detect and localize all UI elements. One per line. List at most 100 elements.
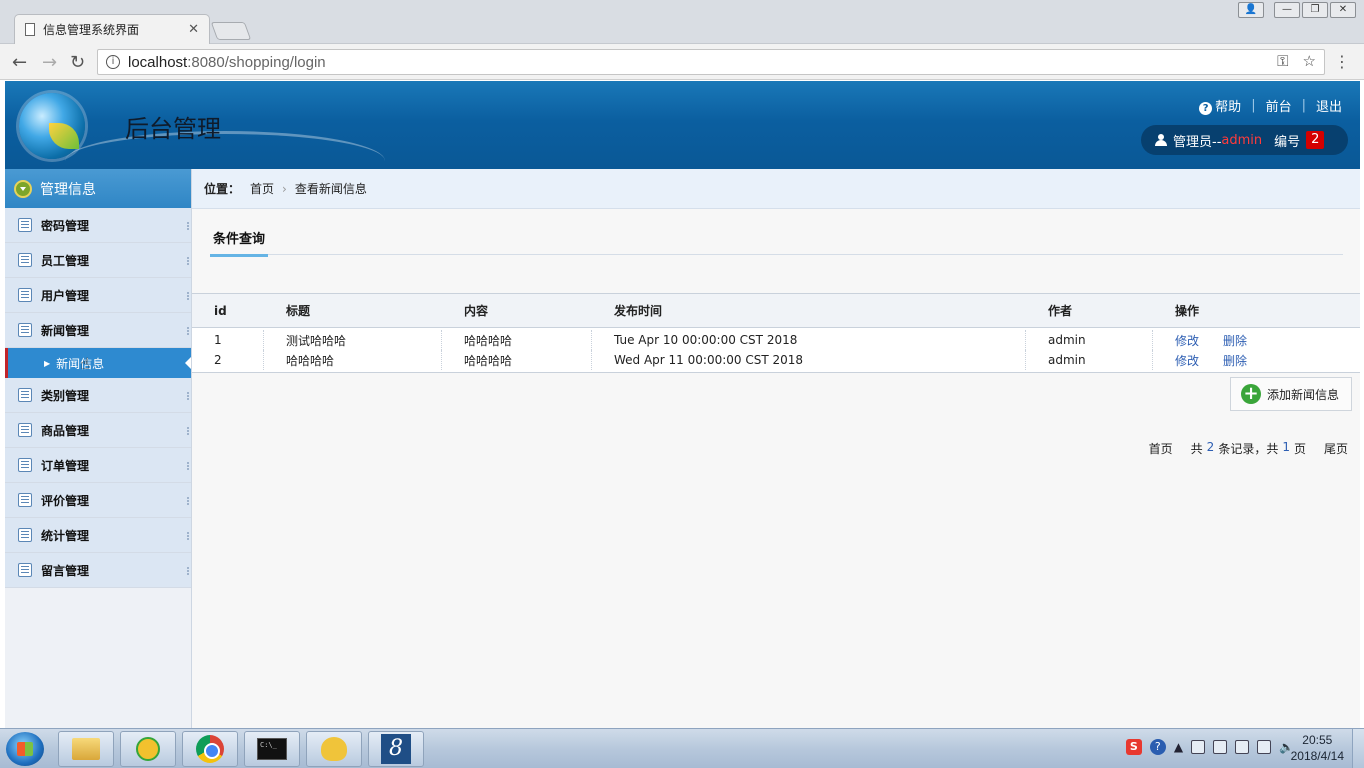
sidebar-item-review[interactable]: 评价管理 — [5, 483, 191, 518]
device-icon[interactable] — [1235, 740, 1250, 754]
show-desktop-button[interactable] — [1352, 729, 1364, 768]
ime-icon[interactable]: S — [1125, 739, 1142, 755]
page-icon — [25, 23, 35, 36]
breadcrumb-home[interactable]: 首页 — [250, 180, 274, 197]
taskbar-cmd[interactable]: C:\_ — [244, 731, 300, 767]
tab-title: 信息管理系统界面 — [43, 23, 140, 37]
main-content: 位置： 首页 › 查看新闻信息 条件查询 id 标题 内容 发布时间 作者 操作… — [192, 169, 1360, 728]
admin-number-badge: 2 — [1306, 131, 1325, 149]
user-icon[interactable]: 👤 — [1238, 2, 1264, 18]
flag-icon[interactable] — [1213, 740, 1228, 754]
sidebar-item-employee[interactable]: 员工管理 — [5, 243, 191, 278]
key-icon[interactable]: ⚿ — [1277, 52, 1288, 70]
delete-link[interactable]: 删除 — [1223, 332, 1247, 349]
new-tab-button[interactable] — [210, 22, 252, 40]
column-header: 内容 — [464, 304, 489, 318]
expand-tray-icon[interactable]: ▲ — [1174, 740, 1183, 754]
network-icon[interactable] — [1257, 740, 1272, 754]
forward-icon[interactable]: → — [42, 52, 57, 73]
site-logo — [19, 93, 85, 159]
pagination: 首页 共 2 条记录，共 1 页 尾页 — [1148, 440, 1348, 457]
site-title: 后台管理 — [125, 115, 221, 143]
close-window-button[interactable]: ✕ — [1330, 2, 1356, 18]
column-header: 发布时间 — [614, 304, 663, 318]
column-header: id — [214, 303, 227, 318]
table-row: 1 测试哈哈哈 哈哈哈哈 Tue Apr 10 00:00:00 CST 201… — [192, 330, 1360, 350]
help-icon: ? — [1199, 102, 1213, 115]
news-table: id 标题 内容 发布时间 作者 操作 1 测试哈哈哈 哈哈哈哈 Tue Apr… — [192, 293, 1360, 373]
admin-info: 管理员-- admin 编号 2 — [1141, 125, 1348, 155]
list-icon — [18, 288, 32, 302]
help-tray-icon[interactable]: ? — [1149, 739, 1166, 755]
taskbar-app[interactable] — [306, 731, 362, 767]
delete-link[interactable]: 删除 — [1223, 352, 1247, 369]
reload-icon[interactable]: ↻ — [70, 52, 85, 73]
list-icon — [18, 493, 32, 507]
sidebar-heading[interactable]: 管理信息 — [5, 169, 191, 208]
table-header: id 标题 内容 发布时间 作者 操作 — [192, 294, 1360, 328]
admin-name: admin — [1221, 132, 1263, 148]
plus-icon: + — [1241, 384, 1261, 404]
url-input[interactable]: i localhost:8080/shopping/login ⚿ ☆ — [97, 49, 1325, 75]
table-row: 2 哈哈哈哈 哈哈哈哈 Wed Apr 11 00:00:00 CST 2018… — [192, 350, 1360, 370]
sidebar-item-news[interactable]: 新闻管理 — [5, 313, 191, 348]
app-icon — [321, 737, 347, 761]
taskbar-editor[interactable]: 8 — [368, 731, 424, 767]
arrow-right-icon: ▶ — [44, 358, 51, 368]
logout-link[interactable]: 退出 — [1316, 96, 1342, 115]
list-icon — [18, 253, 32, 267]
chrome-icon — [196, 735, 224, 763]
front-link[interactable]: 前台 — [1266, 96, 1292, 115]
url-text: localhost:8080/shopping/login — [128, 53, 326, 71]
shield-icon[interactable] — [1191, 740, 1206, 754]
help-link[interactable]: ? 帮助 — [1199, 96, 1241, 115]
sidebar-item-order[interactable]: 订单管理 — [5, 448, 191, 483]
sidebar-item-statistics[interactable]: 统计管理 — [5, 518, 191, 553]
restore-button[interactable]: ❐ — [1302, 2, 1328, 18]
bookmark-star-icon[interactable]: ☆ — [1303, 52, 1316, 70]
list-icon — [18, 528, 32, 542]
breadcrumb-separator-icon: › — [282, 181, 287, 196]
column-header: 作者 — [1048, 304, 1073, 318]
hand-cursor-icon: ☝ — [80, 354, 90, 373]
music-icon — [136, 737, 160, 761]
first-page-link[interactable]: 首页 — [1149, 440, 1173, 457]
total-pages: 1 — [1282, 440, 1290, 454]
collapse-icon — [14, 179, 32, 198]
sidebar-item-password[interactable]: 密码管理 — [5, 208, 191, 243]
window-controls: 👤 — ❐ ✕ — [1238, 2, 1356, 18]
info-icon[interactable]: i — [106, 55, 120, 69]
edit-link[interactable]: 修改 — [1175, 352, 1199, 369]
sidebar-item-message[interactable]: 留言管理 — [5, 553, 191, 588]
sidebar-item-product[interactable]: 商品管理 — [5, 413, 191, 448]
taskbar: C:\_ 8 S ? ▲ 🔈 20:55 2018/4/14 — [0, 728, 1364, 768]
close-tab-icon[interactable]: ✕ — [188, 22, 199, 37]
folder-icon — [72, 738, 100, 760]
taskbar-chrome[interactable] — [182, 731, 238, 767]
start-button[interactable] — [6, 732, 44, 766]
breadcrumb: 位置： 首页 › 查看新闻信息 — [192, 169, 1360, 209]
browser-tabstrip: 信息管理系统界面 ✕ 👤 — ❐ ✕ — [0, 0, 1364, 44]
address-bar-area: ← → ↻ i localhost:8080/shopping/login ⚿ … — [0, 44, 1364, 80]
sidebar-item-user[interactable]: 用户管理 — [5, 278, 191, 313]
total-records: 2 — [1206, 440, 1215, 454]
last-page-link[interactable]: 尾页 — [1324, 440, 1348, 457]
add-news-button[interactable]: + 添加新闻信息 — [1230, 377, 1352, 411]
edit-link[interactable]: 修改 — [1175, 332, 1199, 349]
sidebar-item-category[interactable]: 类别管理 — [5, 378, 191, 413]
sidebar-subitem-news-info[interactable]: ▶ 新闻信息 ☝ — [5, 348, 191, 378]
clock[interactable]: 20:55 2018/4/14 — [1291, 732, 1344, 764]
editor-icon: 8 — [381, 734, 411, 764]
browser-tab[interactable]: 信息管理系统界面 ✕ — [14, 14, 210, 44]
taskbar-qq-music[interactable] — [120, 731, 176, 767]
browser-menu-icon[interactable]: ⋮ — [1334, 52, 1350, 71]
system-tray: S ? ▲ 🔈 — [1125, 739, 1294, 755]
back-icon[interactable]: ← — [12, 52, 27, 73]
column-header: 操作 — [1175, 304, 1200, 318]
tab-condition-query[interactable]: 条件查询 — [210, 227, 269, 257]
list-icon — [18, 458, 32, 472]
list-icon — [18, 563, 32, 577]
list-icon — [18, 423, 32, 437]
minimize-button[interactable]: — — [1274, 2, 1300, 18]
taskbar-explorer[interactable] — [58, 731, 114, 767]
